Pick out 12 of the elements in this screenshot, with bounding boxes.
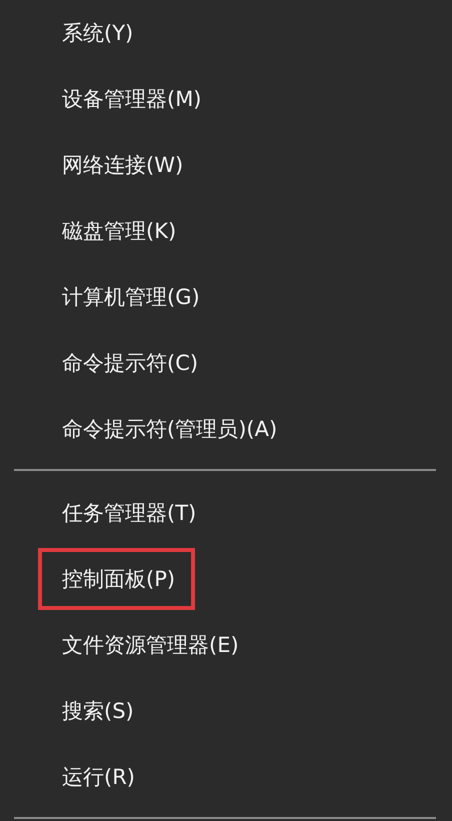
menu-item[interactable]: 计算机管理(G) (38, 266, 220, 328)
menu-item[interactable]: 运行(R) (38, 746, 155, 808)
menu-item[interactable]: 命令提示符(管理员)(A) (38, 398, 298, 460)
menu-item[interactable]: 设备管理器(M) (38, 68, 222, 130)
menu-item[interactable]: 系统(Y) (38, 2, 154, 64)
menu-item[interactable]: 网络连接(W) (38, 134, 204, 196)
menu-item[interactable]: 任务管理器(T) (38, 482, 216, 544)
menu-item[interactable]: 搜索(S) (38, 680, 154, 742)
menu-item[interactable]: 命令提示符(C) (38, 332, 218, 394)
menu-item[interactable]: 控制面板(P) (38, 548, 196, 610)
menu-item[interactable]: 文件资源管理器(E) (38, 614, 259, 676)
menu-item[interactable]: 磁盘管理(K) (38, 200, 196, 262)
